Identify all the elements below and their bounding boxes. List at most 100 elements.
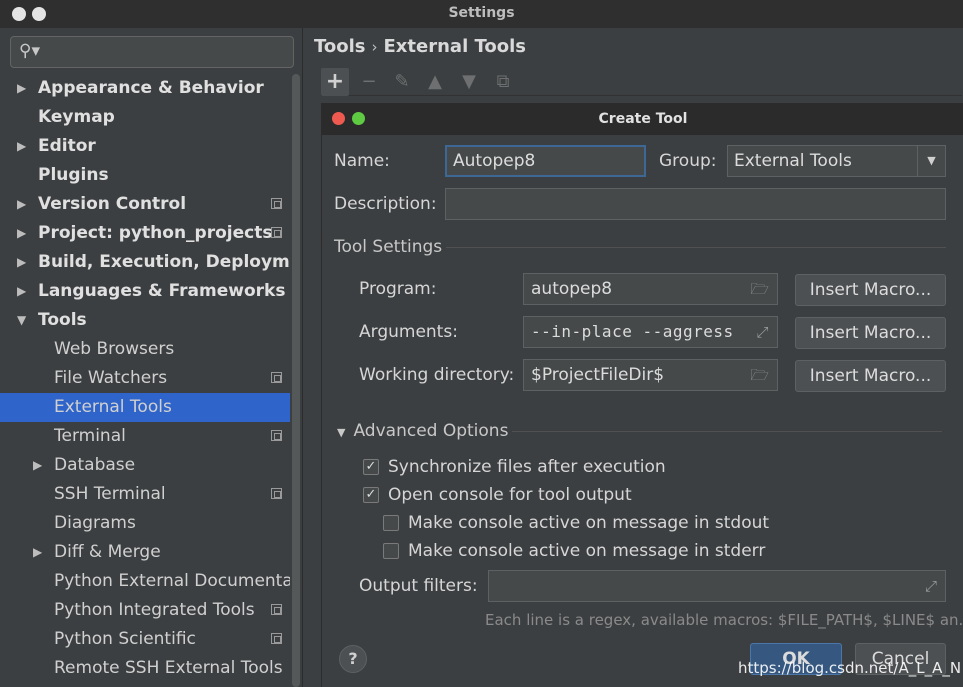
sidebar-item[interactable]: ▶ Diff & Merge (0, 538, 290, 567)
stdout-active-checkbox[interactable] (383, 515, 399, 531)
working-directory-field[interactable]: $ProjectFileDir$ 🗁 (523, 359, 778, 391)
chevron-right-icon[interactable]: ▶ (17, 277, 26, 306)
program-field[interactable]: autopep8 🗁 (523, 273, 778, 305)
sidebar-item[interactable]: Web Browsers (0, 335, 290, 364)
sidebar-item[interactable]: Python External Documentat (0, 567, 290, 596)
chevron-right-icon[interactable]: ▶ (17, 132, 26, 161)
name-label: Name: (334, 151, 390, 171)
create-tool-dialog: Create Tool Name: Autopep8 Group: Extern… (321, 103, 963, 687)
program-insert-macro-button[interactable]: Insert Macro... (795, 274, 946, 306)
stdout-active-label: Make console active on message in stdout (408, 513, 770, 533)
scrollbar-thumb[interactable] (292, 74, 300, 687)
breadcrumb: Tools › External Tools (314, 36, 526, 57)
sync-files-checkbox[interactable]: ✓ (363, 459, 379, 475)
settings-search-input[interactable]: ⚲▾ (10, 36, 294, 68)
sidebar-item-label: Database (54, 455, 136, 475)
sidebar-item[interactable]: Keymap (0, 103, 290, 132)
move-up-icon[interactable]: ▲ (421, 68, 449, 96)
sidebar-item[interactable]: ▼ Tools (0, 306, 290, 335)
sidebar-item[interactable]: ▶ Editor (0, 132, 290, 161)
sidebar-item-label: Diff & Merge (54, 542, 161, 562)
sidebar-item[interactable]: Python Integrated Tools (0, 596, 290, 625)
sidebar-item[interactable]: File Watchers (0, 364, 290, 393)
folder-icon[interactable]: 🗁 (750, 274, 769, 304)
sidebar-item-label: Plugins (38, 165, 109, 185)
dialog-titlebar: Create Tool (322, 103, 963, 135)
window-titlebar: Settings (0, 0, 963, 28)
advanced-options-toggle[interactable]: ▼ Advanced Options (337, 421, 508, 441)
folder-icon[interactable]: 🗁 (750, 360, 769, 390)
sidebar-item[interactable]: ▶ Languages & Frameworks (0, 277, 290, 306)
checkmark-icon: ✓ (365, 459, 377, 474)
group-combobox-value: External Tools (734, 151, 852, 171)
advanced-options-label: Advanced Options (353, 421, 509, 441)
sidebar-item[interactable]: Python Scientific (0, 625, 290, 654)
workdir-insert-macro-button[interactable]: Insert Macro... (795, 360, 946, 392)
help-button[interactable]: ? (339, 645, 367, 673)
sidebar-item[interactable]: ▶ Build, Execution, Deploymen (0, 248, 290, 277)
dialog-title: Create Tool (598, 111, 688, 127)
project-level-icon (271, 372, 282, 383)
project-level-icon (271, 227, 282, 238)
output-filters-field[interactable]: ⤢ (488, 570, 946, 602)
chevron-right-icon[interactable]: ▶ (33, 451, 42, 480)
sidebar-item[interactable]: Plugins (0, 161, 290, 190)
sidebar-item[interactable]: SSH Terminal (0, 480, 290, 509)
sidebar-item-label: SSH Terminal (54, 484, 166, 504)
chevron-down-icon[interactable]: ▼ (17, 306, 26, 335)
expand-icon[interactable]: ⤢ (925, 571, 937, 601)
sidebar-item-label: Terminal (54, 426, 126, 446)
program-field-value: autopep8 (531, 279, 613, 299)
description-field[interactable] (445, 188, 946, 220)
sidebar-item-label: Python External Documentat (54, 571, 290, 591)
sidebar-item-label: Build, Execution, Deploymen (38, 252, 290, 272)
sidebar-item[interactable]: External Tools (0, 393, 302, 422)
output-filters-hint: Each line is a regex, available macros: … (485, 611, 963, 629)
breadcrumb-current: External Tools (383, 36, 527, 57)
arguments-field[interactable]: --in-place --aggress ⤢ (523, 316, 778, 348)
watermark-text: https://blog.csdn.net/A_L_A_N (738, 659, 962, 677)
sidebar-scrollbar[interactable] (290, 74, 302, 687)
breadcrumb-parent[interactable]: Tools (314, 36, 366, 57)
tool-settings-heading: Tool Settings (334, 237, 443, 257)
chevron-right-icon[interactable]: ▶ (17, 190, 26, 219)
sidebar-item-label: External Tools (54, 397, 172, 417)
chevron-down-icon[interactable]: ▼ (917, 146, 945, 176)
sidebar-item-label: Version Control (38, 194, 187, 214)
output-filters-label: Output filters: (359, 576, 478, 596)
arguments-insert-macro-button[interactable]: Insert Macro... (795, 317, 946, 349)
project-level-icon (271, 430, 282, 441)
sidebar-item[interactable]: Diagrams (0, 509, 290, 538)
breadcrumb-separator: › (371, 38, 378, 56)
stderr-active-checkbox[interactable] (383, 543, 399, 559)
edit-icon[interactable]: ✎ (388, 68, 416, 96)
name-field[interactable]: Autopep8 (445, 145, 646, 177)
project-level-icon (271, 198, 282, 209)
copy-icon[interactable]: ⧉ (489, 68, 517, 96)
group-combobox[interactable]: External Tools ▼ (727, 145, 946, 177)
window-title: Settings (448, 5, 515, 21)
program-label: Program: (359, 279, 437, 299)
open-console-checkbox[interactable]: ✓ (363, 487, 379, 503)
sidebar-item[interactable]: ▶ Database (0, 451, 290, 480)
sidebar-item[interactable]: ▶ Version Control (0, 190, 290, 219)
add-icon[interactable]: + (321, 68, 349, 96)
chevron-right-icon[interactable]: ▶ (33, 538, 42, 567)
move-down-icon[interactable]: ▼ (455, 68, 483, 96)
project-level-icon (271, 488, 282, 499)
chevron-right-icon[interactable]: ▶ (17, 219, 26, 248)
sidebar-item[interactable]: Remote SSH External Tools (0, 654, 290, 683)
chevron-right-icon[interactable]: ▶ (17, 74, 26, 103)
remove-icon[interactable]: − (355, 68, 383, 96)
expand-icon[interactable]: ⤢ (756, 317, 769, 347)
chevron-down-icon: ▼ (337, 426, 346, 439)
sidebar-item[interactable]: Terminal (0, 422, 290, 451)
sidebar-item-label: Editor (38, 136, 96, 156)
sidebar-item-label: Python Scientific (54, 629, 196, 649)
sidebar-item[interactable]: ▶ Appearance & Behavior (0, 74, 290, 103)
sidebar-item[interactable]: ▶ Project: python_projects (0, 219, 290, 248)
chevron-right-icon[interactable]: ▶ (17, 248, 26, 277)
name-field-value: Autopep8 (453, 151, 536, 171)
sidebar-item-label: Web Browsers (54, 339, 175, 359)
search-icon: ⚲▾ (19, 41, 40, 61)
